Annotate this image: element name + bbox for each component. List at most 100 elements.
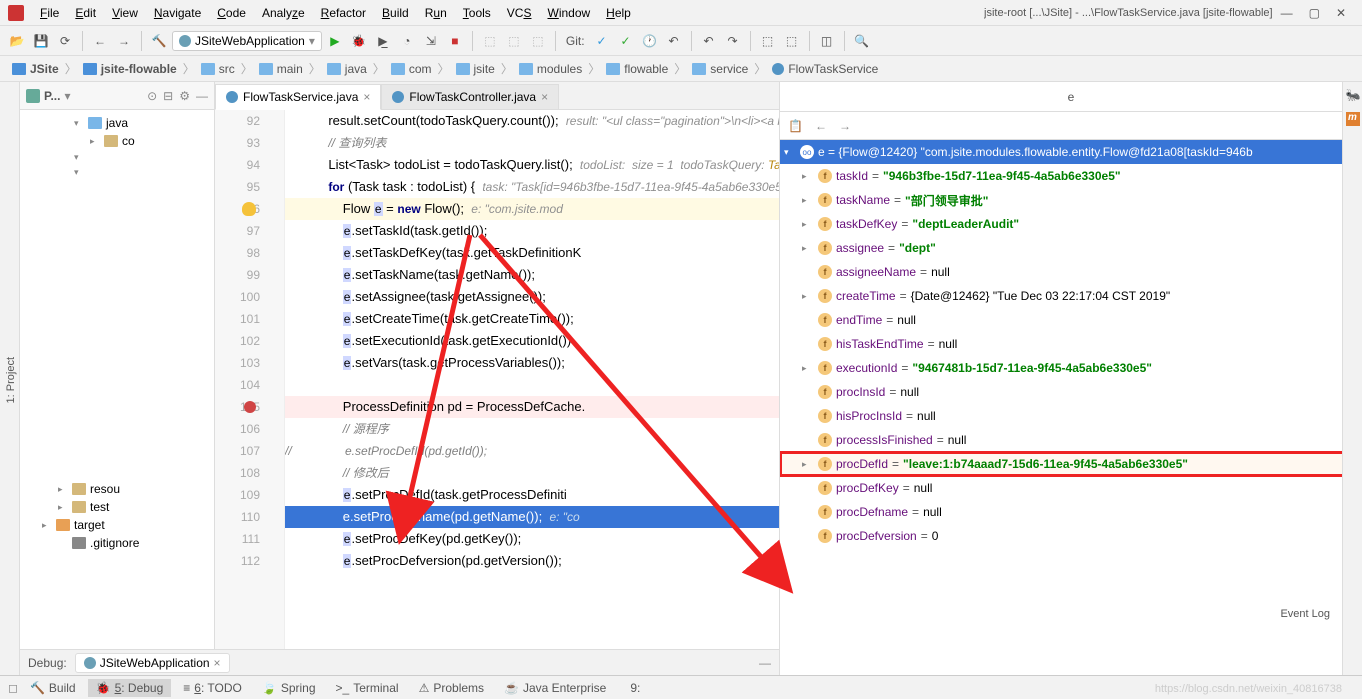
tree-item[interactable]: ▸target [20, 516, 214, 534]
var-row[interactable]: ▸fassignee = "dept" [780, 236, 1362, 260]
forward-icon[interactable]: → [839, 119, 851, 133]
menu-help[interactable]: Help [598, 4, 639, 22]
tb-extra-icon[interactable]: ⬚ [757, 30, 779, 52]
var-row[interactable]: ▸ftaskName = "部门领导审批" [780, 188, 1362, 212]
debug-icon[interactable]: 🐞 [348, 30, 370, 52]
bc-main[interactable]: main [255, 62, 307, 76]
var-row[interactable]: fprocDefname = null [780, 500, 1362, 524]
code-line[interactable]: e.setTaskId(task.getId()); [285, 220, 779, 242]
var-row[interactable]: fhisTaskEndTime = null [780, 332, 1362, 356]
code-line[interactable]: e.setProcDefId(task.getProcessDefiniti [285, 484, 779, 506]
close-icon[interactable]: × [363, 90, 370, 104]
menu-view[interactable]: View [104, 4, 146, 22]
menu-code[interactable]: Code [209, 4, 254, 22]
back-icon[interactable]: ← [89, 30, 111, 52]
run-config-selector[interactable]: JSiteWebApplication ▾ [172, 31, 322, 51]
ant-icon[interactable]: 🐜 [1346, 88, 1360, 102]
tree-item[interactable]: .gitignore [20, 534, 214, 552]
maximize-icon[interactable]: ▢ [1309, 6, 1320, 20]
var-row[interactable]: ▸fcreateTime = {Date@12462} "Tue Dec 03 … [780, 284, 1362, 308]
back-icon[interactable]: ← [815, 119, 827, 133]
code-lines[interactable]: result.setCount(todoTaskQuery.count()); … [285, 110, 779, 653]
menu-vcs[interactable]: VCS [499, 4, 540, 22]
locate-icon[interactable]: ⊙ [147, 89, 157, 103]
tree-item[interactable]: ▸co [20, 132, 214, 150]
sync-icon[interactable]: ⟳ [54, 30, 76, 52]
menu-build[interactable]: Build [374, 4, 417, 22]
menu-navigate[interactable]: Navigate [146, 4, 209, 22]
chevron-down-icon[interactable]: ▾ [64, 89, 70, 103]
intention-bulb-icon[interactable] [242, 202, 256, 216]
open-icon[interactable]: 📂 [6, 30, 28, 52]
minimize-icon[interactable]: — [1281, 6, 1293, 20]
bottom-tab[interactable]: 9: [618, 679, 648, 697]
undo-icon[interactable]: ↶ [698, 30, 720, 52]
editor-tab[interactable]: FlowTaskService.java× [215, 84, 381, 110]
var-row[interactable]: fhisProcInsId = null [780, 404, 1362, 428]
tree-item[interactable]: ▾ [20, 165, 214, 180]
code-line[interactable]: // 源程序 [285, 418, 779, 440]
bottom-tab[interactable]: >_Terminal [328, 679, 407, 697]
stop-icon[interactable]: ■ [444, 30, 466, 52]
step-icon2[interactable]: ⬚ [503, 30, 525, 52]
bc-jsite[interactable]: jsite [452, 62, 499, 76]
debug-config-tab[interactable]: JSiteWebApplication × [75, 653, 230, 673]
menu-analyze[interactable]: Analyze [254, 4, 313, 22]
build-icon[interactable]: 🔨 [148, 30, 170, 52]
var-row[interactable]: fprocInsId = null [780, 380, 1362, 404]
code-line[interactable]: e.setProcDefname(pd.getName()); e: "co [285, 506, 779, 528]
var-row[interactable]: fprocDefversion = 0 [780, 524, 1362, 548]
coverage-icon[interactable]: ▶̲ [372, 30, 394, 52]
var-row[interactable]: ▸fexecutionId = "9467481b-15d7-11ea-9f45… [780, 356, 1362, 380]
code-line[interactable]: // 查询列表 [285, 132, 779, 154]
var-row[interactable]: fprocDefKey = null [780, 476, 1362, 500]
toolwindow-toggle-icon[interactable]: ◻ [8, 681, 18, 695]
bc-service[interactable]: service [688, 62, 752, 76]
step-icon3[interactable]: ⬚ [527, 30, 549, 52]
var-row[interactable]: ▸ftaskDefKey = "deptLeaderAudit" [780, 212, 1362, 236]
git-revert-icon[interactable]: ↶ [663, 30, 685, 52]
git-history-icon[interactable]: 🕐 [639, 30, 661, 52]
bc-root[interactable]: JSite [8, 62, 63, 76]
code-line[interactable] [285, 374, 779, 396]
tb-extra2-icon[interactable]: ⬚ [781, 30, 803, 52]
menu-edit[interactable]: Edit [67, 4, 104, 22]
close-icon[interactable]: ✕ [1336, 6, 1346, 20]
code-line[interactable]: e.setTaskName(task.getName()); [285, 264, 779, 286]
code-line[interactable]: // e.setProcDefId(pd.getId()); [285, 440, 779, 462]
bc-flowable[interactable]: flowable [602, 62, 672, 76]
profile-icon[interactable]: ◔ [396, 30, 418, 52]
line-gutter[interactable]: 9293949596979899100101102103104105106107… [215, 110, 285, 653]
var-row[interactable]: ▸fprocDefId = "leave:1:b74aaad7-15d6-11e… [780, 452, 1362, 476]
maven-icon[interactable]: m [1346, 112, 1360, 126]
menu-tools[interactable]: Tools [455, 4, 499, 22]
tree-item[interactable]: ▾ [20, 150, 214, 165]
bc-class[interactable]: FlowTaskService [768, 62, 882, 76]
code-line[interactable]: Flow e = new Flow(); e: "com.jsite.mod [285, 198, 779, 220]
hide-icon[interactable]: — [196, 89, 208, 103]
new-watch-icon[interactable]: 📋 [788, 119, 803, 133]
var-row[interactable]: ▸ftaskId = "946b3fbe-15d7-11ea-9f45-4a5a… [780, 164, 1362, 188]
menu-refactor[interactable]: Refactor [313, 4, 374, 22]
code-line[interactable]: e.setTaskDefKey(task.getTaskDefinitionK [285, 242, 779, 264]
menu-file[interactable]: File [32, 4, 67, 22]
code-line[interactable]: ProcessDefinition pd = ProcessDefCache. [285, 396, 779, 418]
event-log-link[interactable]: Event Log [1270, 604, 1340, 624]
close-icon[interactable]: × [541, 90, 548, 104]
tree-item[interactable]: ▸test [20, 498, 214, 516]
toolwindow-project[interactable]: 1: Project [3, 351, 19, 409]
var-row[interactable]: fprocessIsFinished = null [780, 428, 1362, 452]
code-line[interactable]: List<Task> todoList = todoTaskQuery.list… [285, 154, 779, 176]
bottom-tab[interactable]: ≡6: TODO [175, 679, 250, 697]
gear-icon[interactable]: ⚙ [179, 89, 190, 103]
collapse-icon[interactable]: ⊟ [163, 89, 173, 103]
minimize-icon[interactable]: — [759, 656, 771, 670]
git-commit-icon[interactable]: ✓ [615, 30, 637, 52]
bottom-tab[interactable]: ⚠Problems [411, 679, 492, 697]
menu-run[interactable]: Run [417, 4, 455, 22]
attach-icon[interactable]: ⇲ [420, 30, 442, 52]
code-line[interactable]: e.setProcDefversion(pd.getVersion()); [285, 550, 779, 572]
code-line[interactable]: for (Task task : todoList) { task: "Task… [285, 176, 779, 198]
save-all-icon[interactable]: 💾 [30, 30, 52, 52]
bottom-tab[interactable]: 🔨Build [22, 679, 84, 697]
